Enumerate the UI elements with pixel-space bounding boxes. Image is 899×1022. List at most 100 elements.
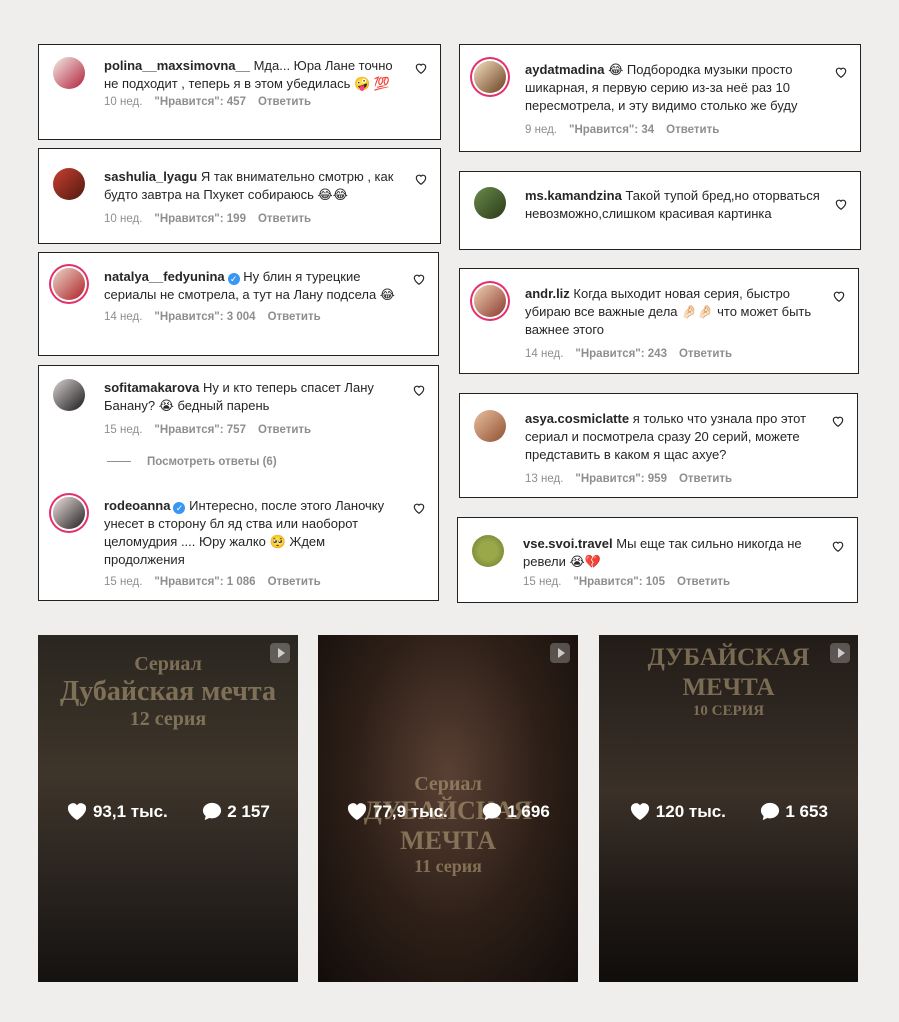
reply-button[interactable]: Ответить — [666, 124, 719, 136]
heart-icon — [348, 803, 367, 821]
reply-button[interactable]: Ответить — [258, 96, 311, 108]
comment-time: 14 нед. — [104, 311, 143, 323]
reel-icon — [550, 643, 570, 663]
heart-icon — [68, 803, 87, 821]
comment-time: 10 нед. — [104, 213, 143, 225]
comment-username[interactable]: sofitamakarova — [104, 380, 199, 395]
comment-time: 10 нед. — [104, 96, 143, 108]
comment-likes[interactable]: "Нравится": 105 — [573, 576, 665, 588]
comment-username[interactable]: natalya__fedyunina — [104, 269, 225, 284]
comment-likes[interactable]: "Нравится": 959 — [575, 473, 667, 485]
comment-time: 15 нед. — [104, 424, 143, 436]
heart-icon[interactable] — [831, 539, 845, 553]
comment-username[interactable]: ms.kamandzina — [525, 188, 622, 203]
heart-icon[interactable] — [834, 197, 848, 211]
view-replies-label: Посмотреть ответы (6) — [147, 456, 277, 468]
verified-icon: ✓ — [227, 273, 240, 285]
reel-thumbnail-2[interactable]: Сериал ДУБАЙСКАЯ МЕЧТА 11 серия 77,9 тыс… — [318, 635, 578, 982]
reel-thumbnail-3[interactable]: ДУБАЙСКАЯ МЕЧТА 10 СЕРИЯ 120 тыс. 1 653 — [599, 635, 858, 982]
comment-card-1: polina__maxsimovna__ Мда... Юра Лане точ… — [38, 44, 441, 140]
reel-likes: 77,9 тыс. — [372, 802, 448, 821]
reel-stats: 77,9 тыс. 1 696 — [318, 801, 578, 822]
comment-username[interactable]: rodeoanna — [104, 498, 170, 513]
heart-icon[interactable] — [834, 65, 848, 79]
comment-time: 14 нед. — [525, 348, 564, 360]
reel-thumbnail-1[interactable]: Сериал Дубайская мечта 12 серия 93,1 тыс… — [38, 635, 298, 982]
avatar[interactable] — [472, 535, 504, 567]
heart-icon[interactable] — [832, 289, 846, 303]
heart-icon — [630, 803, 650, 821]
comment-username[interactable]: polina__maxsimovna__ — [104, 58, 250, 73]
comment-icon — [482, 802, 501, 821]
reply-button[interactable]: Ответить — [677, 576, 730, 588]
avatar[interactable] — [53, 57, 85, 89]
comment-time: 15 нед. — [104, 576, 143, 588]
comment-time: 15 нед. — [523, 576, 562, 588]
comment-card-3: natalya__fedyunina ✓ Ну блин я турецкие с… — [38, 252, 439, 356]
comment: ms.kamandzina Такой тупой бред,но оторва… — [474, 187, 847, 223]
comment-card-8: asya.cosmiclatte я только что узнала про… — [459, 393, 858, 498]
avatar[interactable] — [474, 285, 506, 317]
comment-username[interactable]: vse.svoi.travel — [523, 536, 613, 551]
avatar[interactable] — [474, 187, 506, 219]
avatar[interactable] — [53, 497, 85, 529]
reply-button[interactable]: Ответить — [268, 311, 321, 323]
comment-username[interactable]: aydatmadina — [525, 62, 604, 77]
comment-likes[interactable]: "Нравится": 457 — [154, 96, 246, 108]
heart-icon[interactable] — [412, 383, 426, 397]
avatar[interactable] — [53, 268, 85, 300]
comment-likes[interactable]: "Нравится": 199 — [154, 213, 246, 225]
reel-likes: 93,1 тыс. — [92, 802, 168, 821]
comment: rodeoanna ✓ Интересно, после этого Ланочк… — [53, 497, 425, 588]
avatar[interactable] — [53, 168, 85, 200]
comment: vse.svoi.travel Мы еще так сильно никогд… — [472, 535, 844, 588]
comment-likes[interactable]: "Нравится": 3 004 — [154, 311, 255, 323]
comment-time: 9 нед. — [525, 124, 557, 136]
verified-icon: ✓ — [173, 502, 186, 514]
reel-comments: 2 157 — [227, 802, 270, 821]
comment: aydatmadina 😂 Подбородка музыки просто ш… — [474, 61, 847, 136]
comment-username[interactable]: sashulia_lyagu — [104, 169, 197, 184]
avatar[interactable] — [474, 61, 506, 93]
reel-likes: 120 тыс. — [655, 802, 726, 821]
reply-button[interactable]: Ответить — [258, 213, 311, 225]
reply-button[interactable]: Ответить — [679, 473, 732, 485]
heart-icon[interactable] — [414, 61, 428, 75]
comment-card-6: ms.kamandzina Такой тупой бред,но оторва… — [459, 171, 861, 250]
heart-icon[interactable] — [412, 272, 426, 286]
reel-comments: 1 653 — [785, 802, 828, 821]
comment-likes[interactable]: "Нравится": 34 — [569, 124, 654, 136]
comment-likes[interactable]: "Нравится": 243 — [575, 348, 667, 360]
comment-likes[interactable]: "Нравится": 1 086 — [154, 576, 255, 588]
comment-username[interactable]: asya.cosmiclatte — [525, 411, 629, 426]
view-replies-link[interactable]: Посмотреть ответы (6) — [107, 456, 402, 468]
comment: asya.cosmiclatte я только что узнала про… — [474, 410, 844, 485]
comment: andr.liz Когда выходит новая серия, быст… — [474, 285, 845, 360]
comment-likes[interactable]: "Нравится": 757 — [154, 424, 246, 436]
avatar[interactable] — [53, 379, 85, 411]
comment-username[interactable]: andr.liz — [525, 286, 570, 301]
comment-card-9: vse.svoi.travel Мы еще так сильно никогд… — [457, 517, 858, 603]
heart-icon[interactable] — [414, 172, 428, 186]
reel-stats: 93,1 тыс. 2 157 — [38, 801, 298, 822]
reel-title: ДУБАЙСКАЯ МЕЧТА 10 СЕРИЯ — [647, 644, 810, 719]
comment-card-2: sashulia_lyagu Я так внимательно смотрю … — [38, 148, 441, 244]
avatar[interactable] — [474, 410, 506, 442]
reel-title: Сериал ДУБАЙСКАЯ МЕЧТА 11 серия — [363, 773, 533, 876]
reply-button[interactable]: Ответить — [268, 576, 321, 588]
comment-time: 13 нед. — [525, 473, 564, 485]
reply-button[interactable]: Ответить — [258, 424, 311, 436]
divider — [107, 461, 131, 463]
comment: sofitamakarova Ну и кто теперь спасет Ла… — [53, 379, 425, 468]
comment: natalya__fedyunina ✓ Ну блин я турецкие с… — [53, 268, 425, 323]
comment-icon — [760, 802, 779, 821]
reel-title: Сериал Дубайская мечта 12 серия — [59, 653, 276, 730]
comment-card-5: aydatmadina 😂 Подбородка музыки просто ш… — [459, 44, 861, 152]
comment: polina__maxsimovna__ Мда... Юра Лане точ… — [53, 57, 427, 108]
reply-button[interactable]: Ответить — [679, 348, 732, 360]
reel-comments: 1 696 — [507, 802, 550, 821]
comment: sashulia_lyagu Я так внимательно смотрю … — [53, 168, 427, 225]
heart-icon[interactable] — [831, 414, 845, 428]
reel-stats: 120 тыс. 1 653 — [599, 801, 858, 822]
heart-icon[interactable] — [412, 501, 426, 515]
